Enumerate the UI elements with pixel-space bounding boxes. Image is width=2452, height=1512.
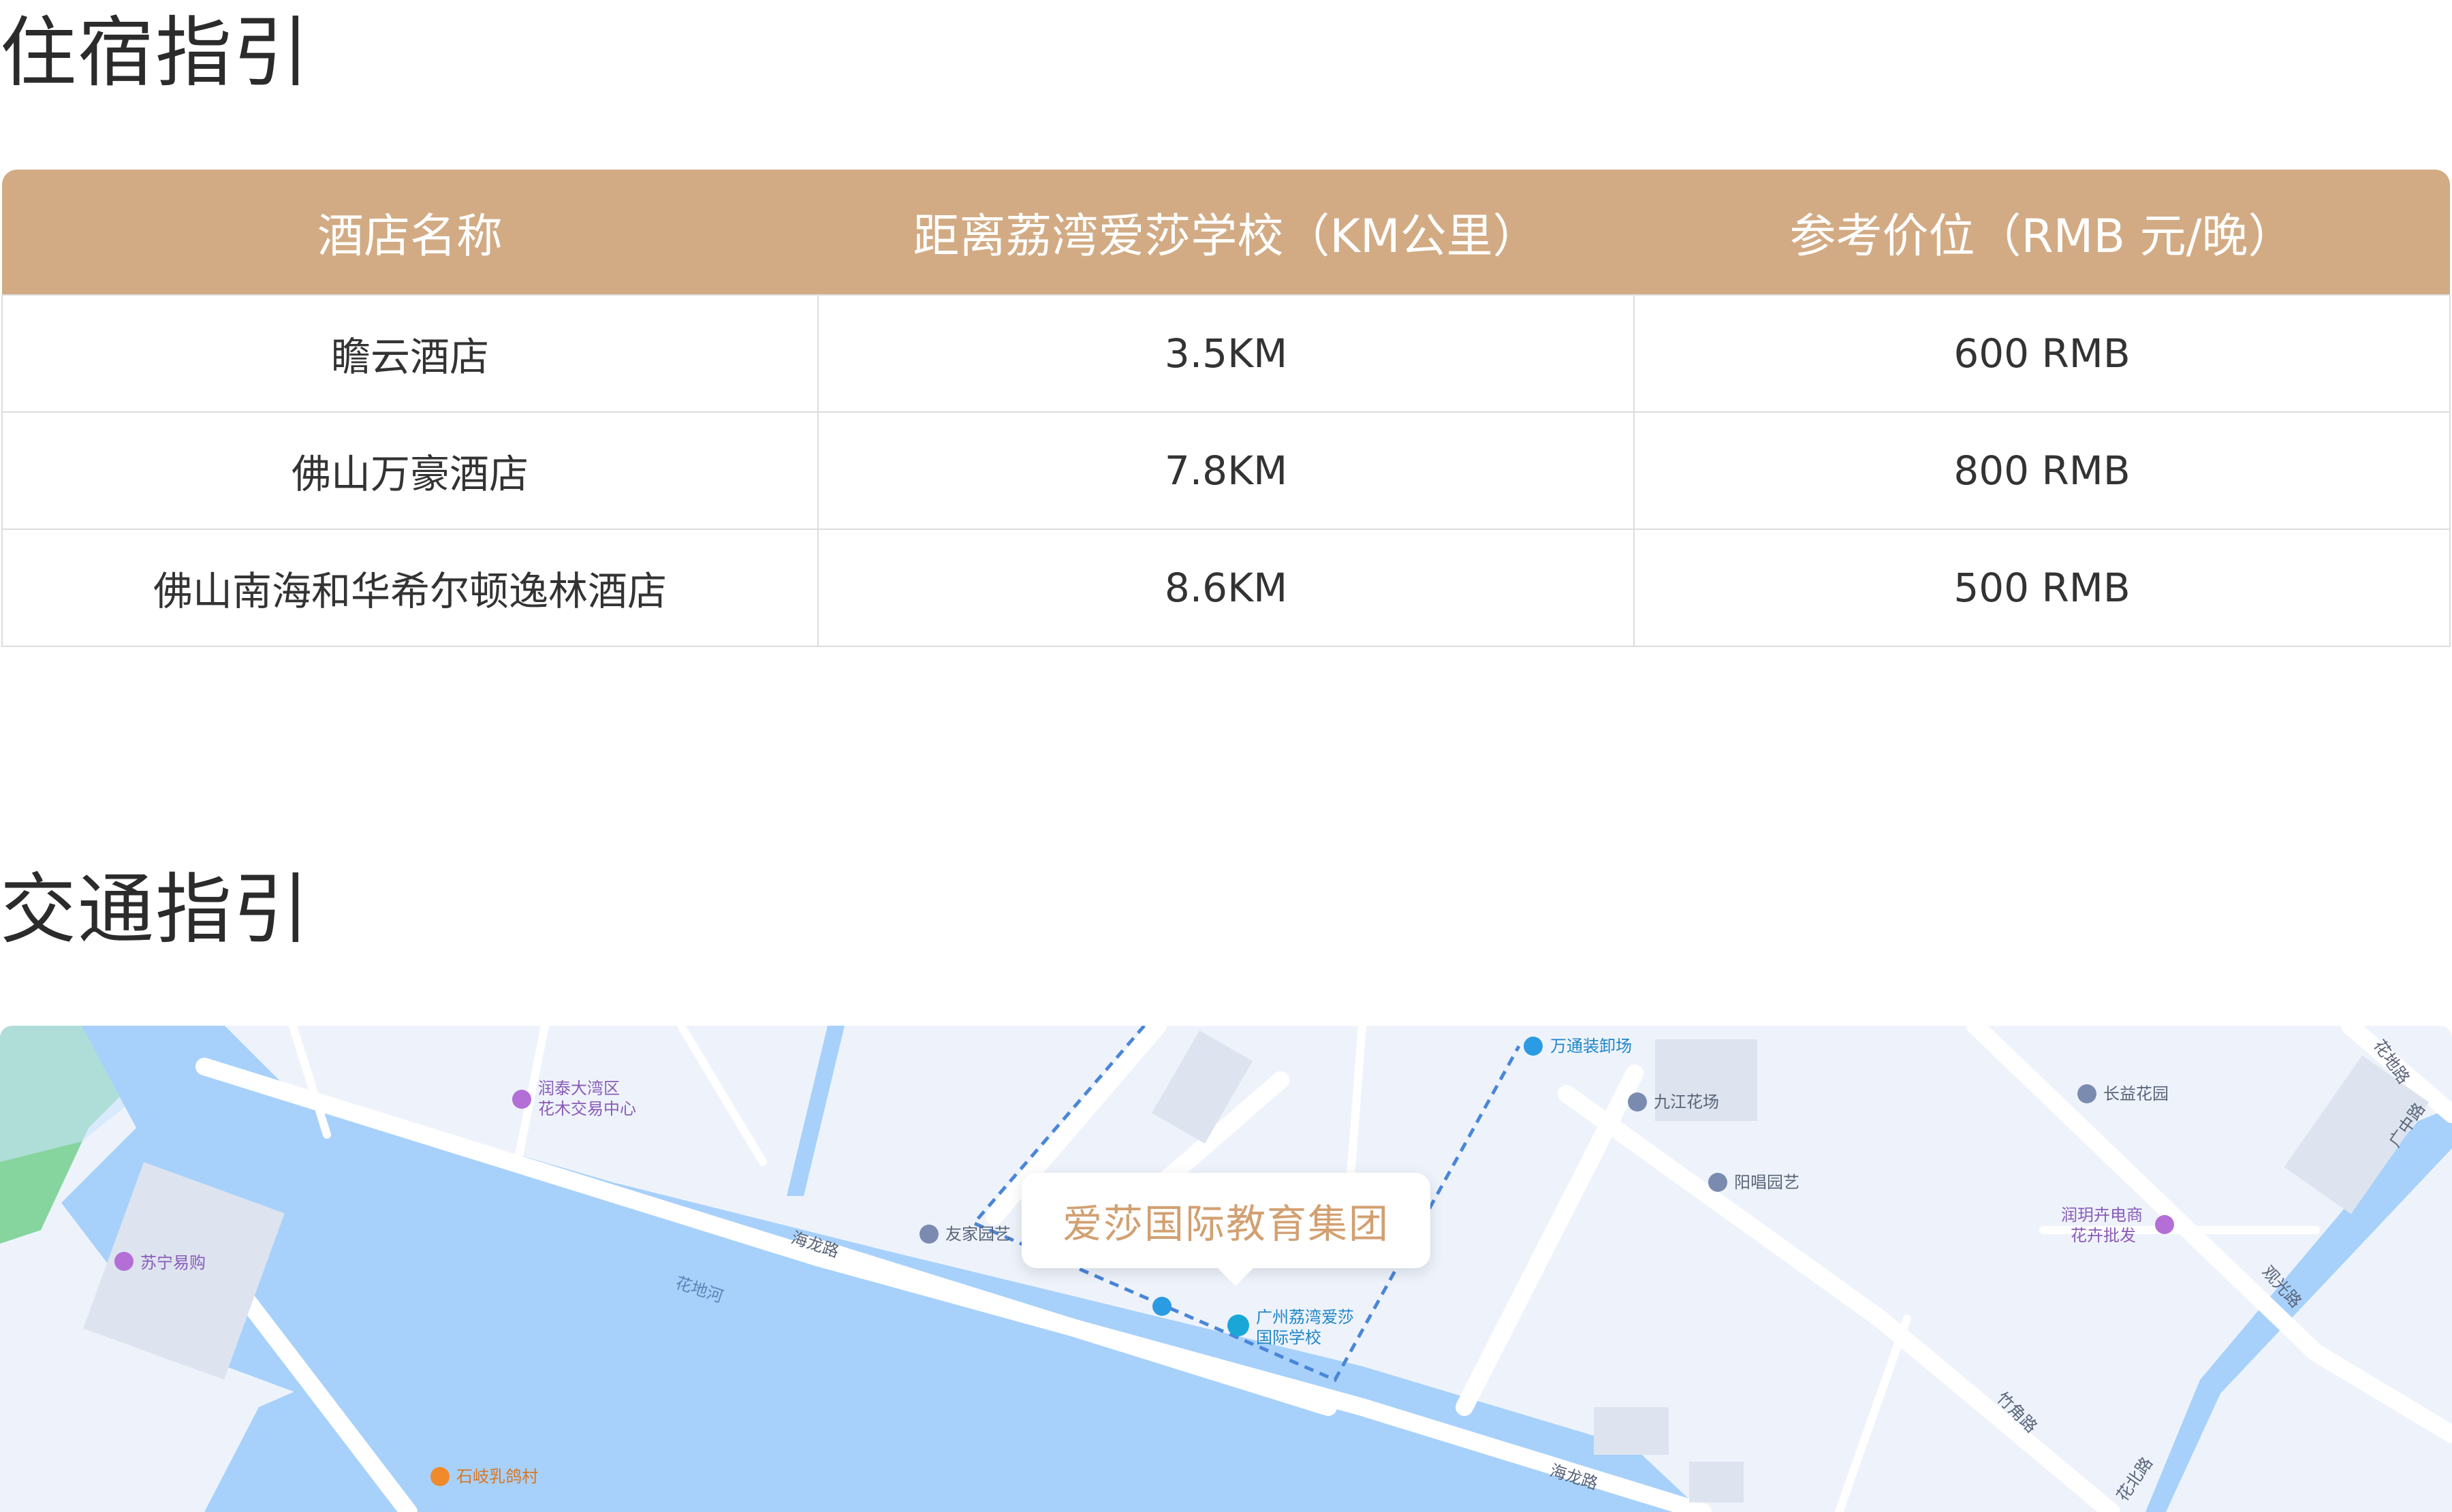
- poi-yangchang: 阳唱园艺: [1734, 1173, 1799, 1192]
- map-callout: 爱莎国际教育集团: [1022, 1173, 1430, 1286]
- school-icon: [1227, 1314, 1249, 1336]
- garden-icon: [2077, 1084, 2096, 1103]
- table-header-row: 酒店名称 距离荔湾爱莎学校（KM公里） 参考价位（RMB 元/晚）: [2, 170, 2450, 295]
- poi-wantong: 万通装卸场: [1550, 1037, 1632, 1056]
- restaurant-icon: [430, 1467, 450, 1486]
- poi-jiujiang: 九江花场: [1654, 1092, 1719, 1112]
- shopping-icon: [2155, 1215, 2174, 1234]
- poi-runtai-1: 润泰大湾区: [538, 1079, 620, 1098]
- garden-icon: [1708, 1173, 1727, 1192]
- garden-icon: [1628, 1092, 1647, 1112]
- poi-youjia: 友家园艺: [945, 1225, 1011, 1244]
- poi-runtai-2: 花木交易中心: [538, 1099, 636, 1118]
- table-row: 瞻云酒店 3.5KM 600 RMB: [1, 294, 2451, 413]
- price-cell: 800 RMB: [1633, 411, 2451, 530]
- header-hotel-name: 酒店名称: [2, 170, 818, 295]
- poi-school-1: 广州荔湾爱莎: [1256, 1308, 1354, 1327]
- distance-cell: 8.6KM: [817, 529, 1635, 647]
- header-price: 参考价位（RMB 元/晚）: [1634, 170, 2450, 295]
- header-distance: 距离荔湾爱莎学校（KM公里）: [818, 170, 1634, 295]
- poi-school-2: 国际学校: [1256, 1328, 1321, 1347]
- garden-icon: [920, 1225, 939, 1244]
- price-cell: 500 RMB: [1633, 529, 2451, 647]
- poi-suning: 苏宁易购: [140, 1253, 206, 1272]
- poi-runyue-2: 花卉批发: [2071, 1226, 2136, 1245]
- poi-runyue-1: 润玥卉电商: [2061, 1206, 2143, 1225]
- transport-title: 交通指引: [0, 866, 311, 954]
- parking-icon: [1152, 1297, 1172, 1316]
- hotel-name-cell: 佛山万豪酒店: [1, 411, 819, 530]
- table-row: 佛山万豪酒店 7.8KM 800 RMB: [1, 411, 2451, 530]
- price-cell: 600 RMB: [1633, 294, 2451, 413]
- distance-cell: 7.8KM: [817, 411, 1635, 530]
- hotel-table: 酒店名称 距离荔湾爱莎学校（KM公里） 参考价位（RMB 元/晚） 瞻云酒店 3…: [1, 170, 2451, 647]
- distance-cell: 3.5KM: [817, 294, 1635, 413]
- hotel-name-cell: 佛山南海和华希尔顿逸林酒店: [1, 529, 819, 647]
- hotel-name-cell: 瞻云酒店: [1, 294, 819, 413]
- shopping-icon: [114, 1252, 133, 1271]
- location-map[interactable]: 润泰大湾区 花木交易中心 苏宁易购 润玥卉电商 花卉批发 友家园艺 九江花场 阳…: [0, 1026, 2452, 1512]
- accommodation-title: 住宿指引: [0, 9, 311, 97]
- poi-changyi: 长益花园: [2103, 1084, 2169, 1103]
- logistics-icon: [1524, 1037, 1543, 1056]
- poi-shiqi: 石岐乳鸽村: [456, 1467, 538, 1486]
- table-row: 佛山南海和华希尔顿逸林酒店 8.6KM 500 RMB: [1, 529, 2451, 647]
- shopping-icon: [512, 1090, 531, 1109]
